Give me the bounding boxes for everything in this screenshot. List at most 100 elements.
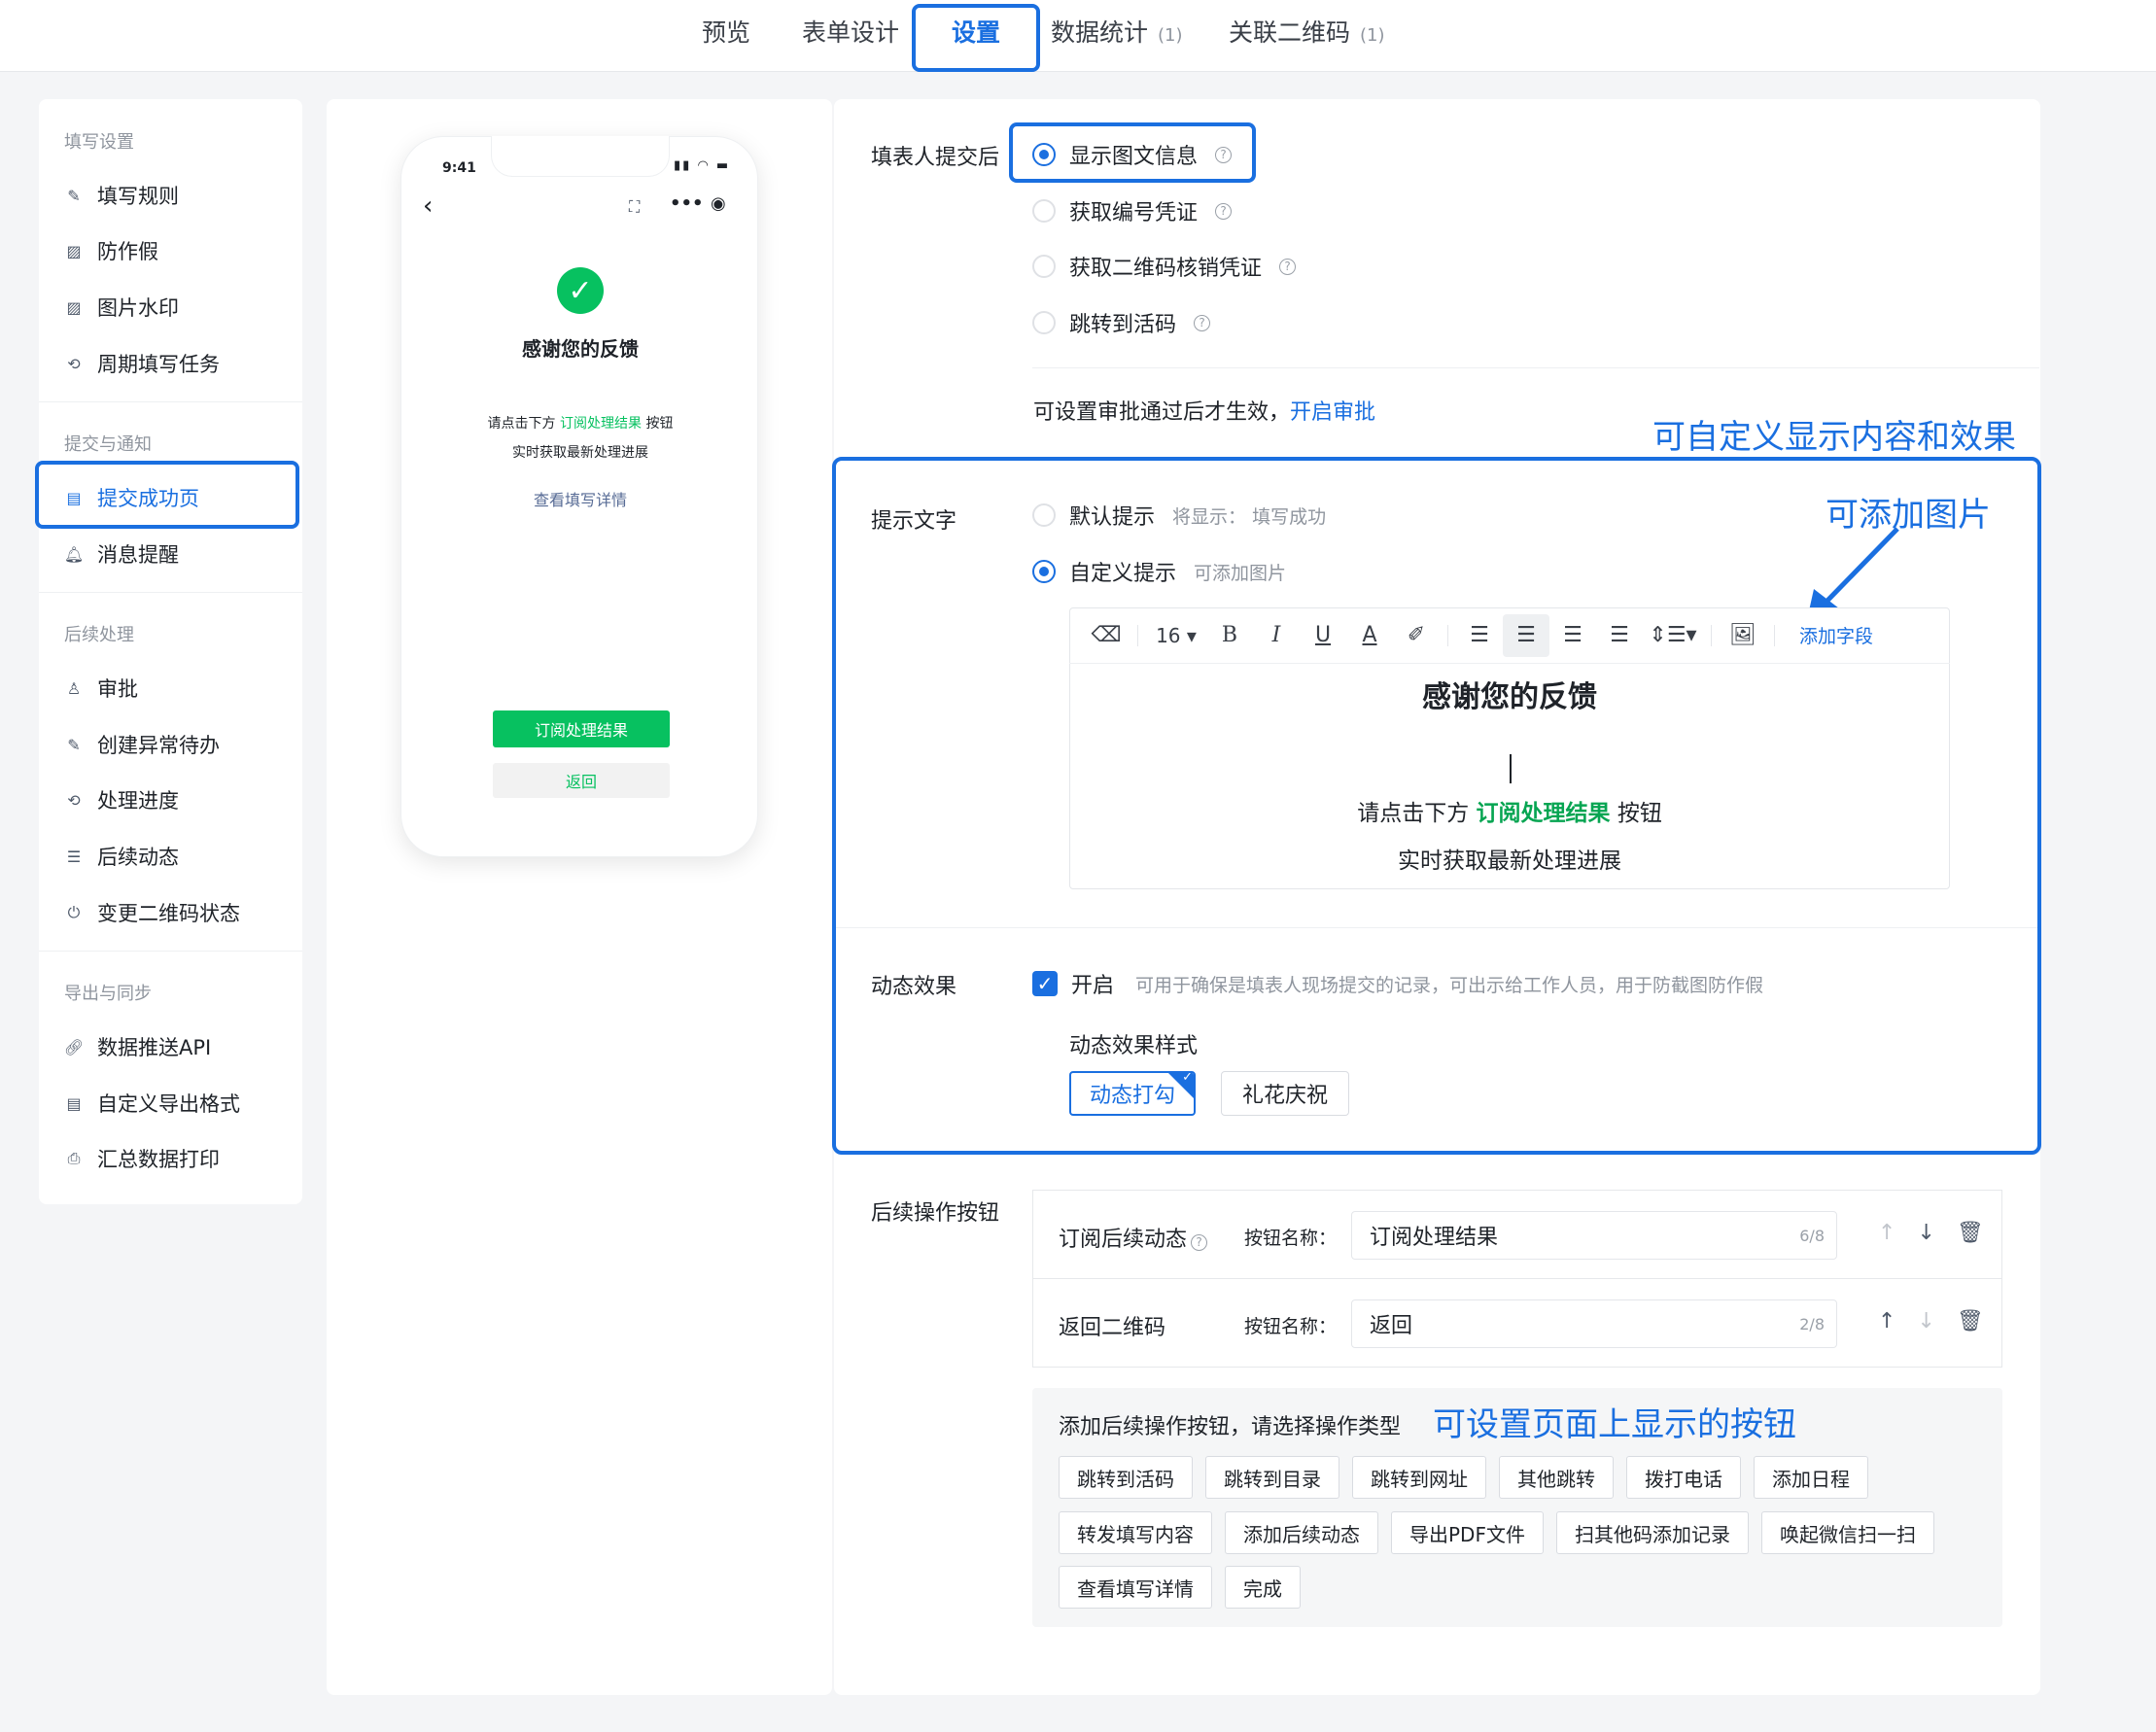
choice-add-schedule[interactable]: 添加日程 bbox=[1754, 1456, 1868, 1499]
phone-message-line1: 请点击下方 订阅处理结果 按钮 bbox=[487, 416, 674, 432]
radio-unselected[interactable] bbox=[1032, 199, 1056, 223]
tab-preview[interactable]: 预览 bbox=[702, 14, 750, 49]
tab-statistics[interactable]: 数据统计 (1) bbox=[1051, 14, 1183, 49]
option-default-hint[interactable]: 默认提示 将显示： 填写成功 bbox=[1032, 500, 1326, 531]
choice-scan-other-code[interactable]: 扫其他码添加记录 bbox=[1555, 1511, 1749, 1554]
editor-line1: 请点击下方 订阅处理结果 按钮 bbox=[1357, 801, 1662, 826]
highlight-box-show-graphic bbox=[1009, 122, 1256, 183]
align-center-icon[interactable]: ☰ bbox=[1503, 613, 1549, 657]
help-icon[interactable]: ? bbox=[1279, 258, 1297, 275]
sidebar-item-follow-updates[interactable]: ☰ 后续动态 bbox=[64, 842, 179, 871]
delete-icon[interactable]: 🗑︎ bbox=[1957, 1309, 1984, 1334]
sidebar-item-progress[interactable]: ⟲ 处理进度 bbox=[64, 785, 179, 814]
approval-note: 可设置审批通过后才生效，开启审批 bbox=[1033, 400, 1376, 425]
view-detail-link[interactable]: 查看填写详情 bbox=[401, 487, 759, 510]
radio-unselected[interactable] bbox=[1032, 255, 1056, 278]
sidebar-divider bbox=[39, 592, 302, 593]
bold-icon[interactable]: B bbox=[1206, 614, 1253, 657]
radio-unselected[interactable] bbox=[1032, 503, 1056, 527]
option-number-voucher[interactable]: 获取编号凭证? bbox=[1032, 195, 1233, 226]
option-qrcode-voucher[interactable]: 获取二维码核销凭证? bbox=[1032, 251, 1297, 282]
option-jump-livecode[interactable]: 跳转到活码? bbox=[1032, 307, 1211, 338]
help-icon[interactable]: ? bbox=[1194, 314, 1211, 331]
button-name-input[interactable]: 返回 2/8 bbox=[1351, 1299, 1837, 1348]
scan-icon[interactable]: ⛶ bbox=[629, 197, 640, 217]
enable-animation-checkbox[interactable]: ✓ 开启 可用于确保是填表人现场提交的记录，可出示给工作人员，用于防截图防作假 bbox=[1032, 968, 1763, 999]
sidebar-section-title: 填写设置 bbox=[64, 132, 134, 153]
option-custom-hint[interactable]: 自定义提示 可添加图片 bbox=[1032, 556, 1286, 587]
power-icon: ⏻ bbox=[67, 903, 81, 921]
sidebar-divider bbox=[39, 951, 302, 952]
sidebar-item-periodic-task[interactable]: ⟲ 周期填写任务 bbox=[64, 349, 220, 378]
enable-approval-link[interactable]: 开启审批 bbox=[1290, 400, 1375, 425]
move-up-icon[interactable]: ↑ bbox=[1878, 1221, 1895, 1245]
choice-wechat-scan[interactable]: 唤起微信扫一扫 bbox=[1760, 1511, 1934, 1554]
help-icon[interactable]: ? bbox=[1191, 1233, 1208, 1251]
choice-other-jump[interactable]: 其他跳转 bbox=[1499, 1456, 1614, 1499]
add-field-button[interactable]: 添加字段 bbox=[1783, 614, 1890, 657]
delete-icon[interactable]: 🗑︎ bbox=[1957, 1221, 1984, 1245]
sidebar-item-fill-rules[interactable]: ✎ 填写规则 bbox=[64, 181, 179, 210]
style-check-animation[interactable]: 动态打勾 ✓ bbox=[1069, 1071, 1196, 1116]
font-color-icon[interactable]: A bbox=[1346, 614, 1393, 657]
sidebar-item-message-reminder[interactable]: 🔔︎ 消息提醒 bbox=[64, 539, 179, 569]
choice-export-pdf[interactable]: 导出PDF文件 bbox=[1391, 1511, 1544, 1554]
editor-line2: 实时获取最新处理进展 bbox=[1398, 849, 1621, 874]
animation-style-label: 动态效果样式 bbox=[1069, 1034, 1199, 1058]
font-size-select[interactable]: 16 ▾ bbox=[1146, 614, 1206, 657]
subscribe-button[interactable]: 订阅处理结果 bbox=[493, 710, 670, 747]
sidebar-item-exception-todo[interactable]: ✎ 创建异常待办 bbox=[64, 730, 220, 759]
choice-forward-content[interactable]: 转发填写内容 bbox=[1059, 1511, 1212, 1554]
cycle-icon: ⟲ bbox=[67, 790, 81, 810]
close-miniapp-icon[interactable]: ◉ bbox=[711, 193, 726, 214]
sidebar-item-print-summary[interactable]: ⎙ 汇总数据打印 bbox=[64, 1144, 220, 1173]
stamp-icon: ♙ bbox=[66, 678, 82, 698]
italic-icon[interactable]: I bbox=[1253, 614, 1300, 657]
image-icon: ▨ bbox=[66, 241, 82, 260]
follow-buttons-label: 后续操作按钮 bbox=[871, 1201, 1000, 1226]
sidebar-item-approval[interactable]: ♙ 审批 bbox=[64, 674, 138, 703]
sidebar-item-watermark[interactable]: ▨ 图片水印 bbox=[64, 293, 179, 322]
help-icon[interactable]: ? bbox=[1215, 202, 1233, 220]
highlight-icon[interactable]: ✐ bbox=[1393, 614, 1440, 657]
sidebar-item-qrcode-status[interactable]: ⏻ 变更二维码状态 bbox=[64, 898, 240, 927]
radio-selected[interactable] bbox=[1032, 560, 1056, 583]
move-down-icon[interactable]: ↓ bbox=[1917, 1309, 1934, 1334]
status-time: 9:41 bbox=[442, 160, 476, 176]
choice-view-detail[interactable]: 查看填写详情 bbox=[1059, 1566, 1212, 1609]
document-icon: ▤ bbox=[66, 1093, 82, 1113]
insert-image-icon[interactable]: 🖼︎ bbox=[1720, 614, 1766, 657]
move-down-icon[interactable]: ↓ bbox=[1917, 1221, 1934, 1245]
phone-title: 感谢您的反馈 bbox=[522, 337, 639, 361]
success-check-icon: ✓ bbox=[557, 267, 604, 314]
choice-add-follow-update[interactable]: 添加后续动态 bbox=[1225, 1511, 1378, 1554]
align-justify-icon[interactable]: ☰ bbox=[1596, 614, 1643, 657]
sidebar-item-anti-fake[interactable]: ▨ 防作假 bbox=[64, 236, 158, 265]
align-right-icon[interactable]: ☰ bbox=[1549, 614, 1596, 657]
style-fireworks[interactable]: 礼花庆祝 bbox=[1221, 1071, 1349, 1116]
return-button[interactable]: 返回 bbox=[493, 763, 670, 798]
back-icon[interactable]: ‹ bbox=[423, 191, 433, 221]
button-name-input[interactable]: 订阅处理结果 6/8 bbox=[1351, 1211, 1837, 1260]
sidebar-section-title: 后续处理 bbox=[64, 625, 134, 645]
tab-form-design[interactable]: 表单设计 bbox=[802, 14, 899, 49]
choice-jump-directory[interactable]: 跳转到目录 bbox=[1205, 1456, 1339, 1499]
tab-linked-qrcode[interactable]: 关联二维码 (1) bbox=[1229, 14, 1385, 49]
choice-phone-call[interactable]: 拨打电话 bbox=[1626, 1456, 1741, 1499]
radio-unselected[interactable] bbox=[1032, 311, 1056, 334]
status-icons: ▮▮ ◠ ▬ bbox=[674, 158, 731, 173]
sidebar-item-push-api[interactable]: 🔗︎ 数据推送API bbox=[64, 1032, 211, 1061]
choice-jump-url[interactable]: 跳转到网址 bbox=[1352, 1456, 1486, 1499]
move-up-icon[interactable]: ↑ bbox=[1878, 1309, 1895, 1334]
choice-jump-livecode[interactable]: 跳转到活码 bbox=[1059, 1456, 1193, 1499]
more-icon[interactable]: ••• bbox=[670, 193, 704, 214]
choice-done[interactable]: 完成 bbox=[1225, 1566, 1301, 1609]
checkbox-checked-icon[interactable]: ✓ bbox=[1032, 971, 1058, 996]
eraser-icon[interactable]: ⌫ bbox=[1083, 614, 1130, 657]
line-height-icon[interactable]: ⇕☰▾ bbox=[1643, 614, 1703, 657]
sidebar-item-export-format[interactable]: ▤ 自定义导出格式 bbox=[64, 1089, 240, 1118]
align-left-icon[interactable]: ☰ bbox=[1456, 614, 1503, 657]
underline-icon[interactable]: U bbox=[1300, 614, 1346, 657]
phone-message-line2: 实时获取最新处理进展 bbox=[512, 445, 648, 461]
after-submit-label: 填表人提交后 bbox=[871, 146, 1000, 170]
